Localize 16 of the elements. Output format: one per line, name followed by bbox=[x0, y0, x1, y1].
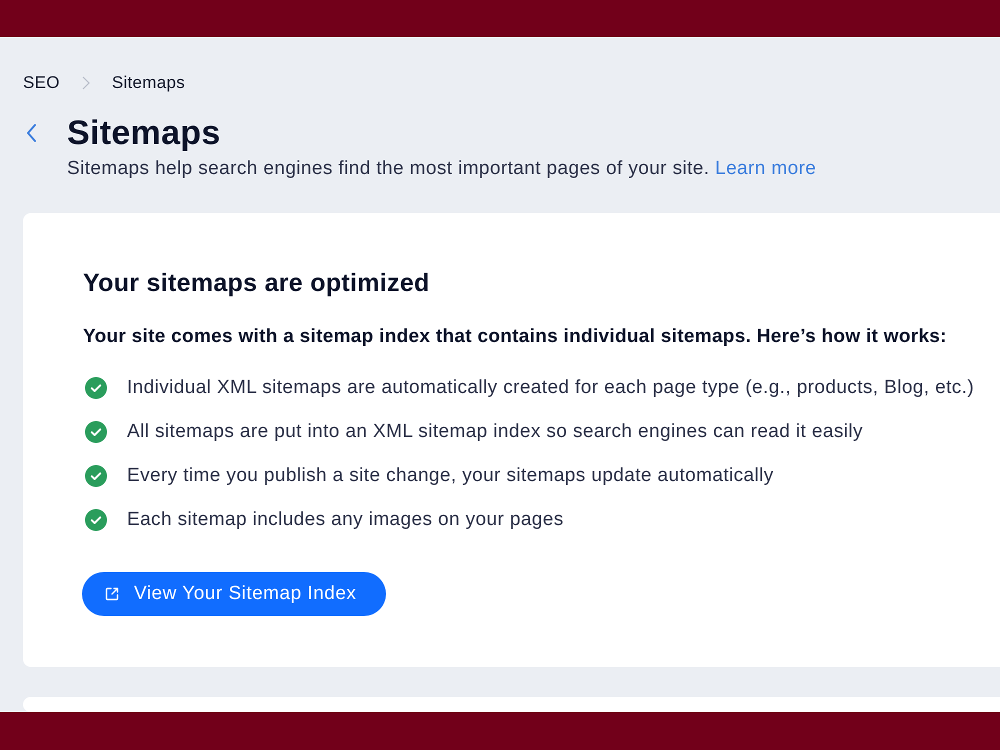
list-item-text: Every time you publish a site change, your sitemaps update automatically bbox=[127, 464, 774, 488]
card-intro: Your site comes with a sitemap index that contains individual sitemaps. Here’s how it works: bbox=[83, 325, 948, 349]
card-title: Your sitemaps are optimized bbox=[83, 268, 431, 299]
list-item-text: Each sitemap includes any images on your pages bbox=[127, 508, 564, 532]
list-item-text: Individual XML sitemaps are automatically created for each page type (e.g., products, Blog, etc.) bbox=[127, 376, 974, 400]
list-item-text: All sitemaps are put into an XML sitemap index so search engines can read it easily bbox=[127, 420, 863, 444]
breadcrumb-current: Sitemaps bbox=[112, 73, 186, 93]
external-link-icon bbox=[104, 586, 120, 602]
view-sitemap-button[interactable]: View Your Sitemap Index bbox=[82, 572, 386, 616]
chevron-right-icon bbox=[82, 76, 90, 90]
chevron-left-icon bbox=[25, 123, 37, 143]
page-title: Sitemaps bbox=[67, 113, 222, 153]
back-button[interactable] bbox=[25, 123, 37, 143]
breadcrumb-link[interactable]: SEO bbox=[23, 73, 60, 93]
learn-more-link[interactable]: Learn more bbox=[715, 158, 816, 179]
page-description: Sitemaps help search engines find the most important pages of your site. Learn more bbox=[67, 157, 818, 181]
